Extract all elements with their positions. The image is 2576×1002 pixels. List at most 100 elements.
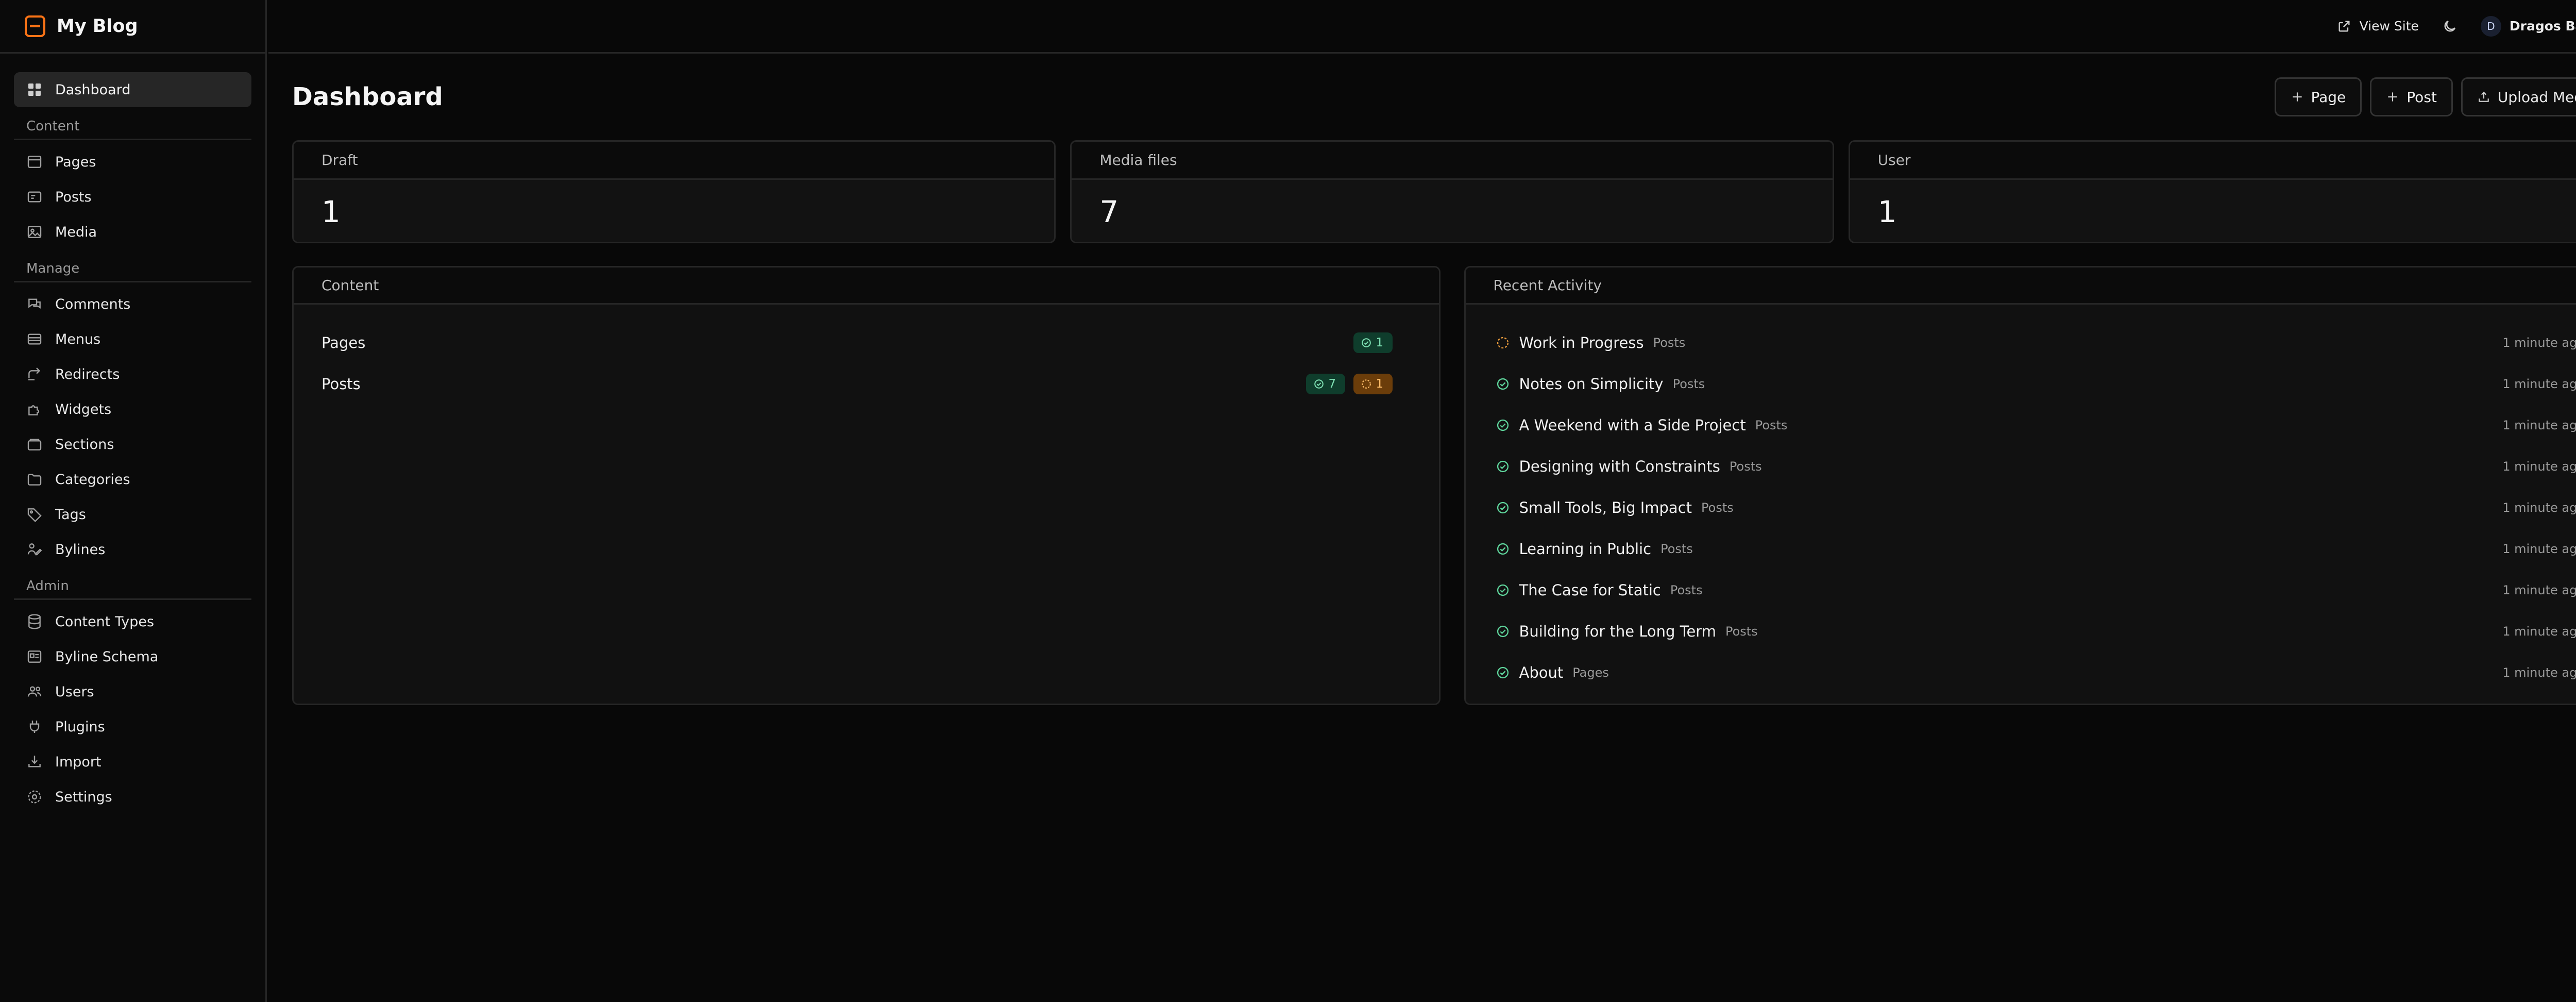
- avatar: D: [2480, 15, 2501, 37]
- page-header: Dashboard Page Post Upload Media: [292, 54, 2576, 140]
- sidebar-item-users[interactable]: Users: [14, 674, 251, 709]
- activity-time: 1 minute ago: [2502, 500, 2576, 515]
- sidebar-item-media[interactable]: Media: [14, 214, 251, 249]
- user-menu[interactable]: D Dragos Balota: [2480, 15, 2576, 37]
- sidebar-item-label: Tags: [55, 506, 86, 523]
- activity-type: Posts: [1701, 500, 1734, 515]
- new-post-button[interactable]: Post: [2370, 77, 2453, 116]
- view-site-link[interactable]: View Site: [2337, 19, 2419, 34]
- sidebar-item-label: Categories: [55, 471, 130, 488]
- activity-time: 1 minute ago: [2502, 542, 2576, 556]
- sidebar-item-comments[interactable]: Comments: [14, 287, 251, 322]
- brand[interactable]: My Blog: [0, 0, 265, 54]
- sidebar-item-plugins[interactable]: Plugins: [14, 709, 251, 744]
- sidebar-section-content: Content: [14, 113, 251, 140]
- image-icon: [27, 226, 42, 238]
- activity-time: 1 minute ago: [2502, 336, 2576, 350]
- top-bar: View Site D Dragos Balota: [268, 0, 2576, 54]
- activity-item[interactable]: Learning in Public Posts 1 minute ago: [1466, 528, 2576, 570]
- blog-logo-icon: [25, 15, 45, 37]
- brand-name: My Blog: [57, 15, 138, 37]
- stats-row: Draft 1 Media files 7 User 1: [292, 140, 2576, 243]
- activity-type: Posts: [1672, 377, 1705, 391]
- sidebar-item-settings[interactable]: Settings: [14, 779, 251, 814]
- sidebar-item-tags[interactable]: Tags: [14, 497, 251, 532]
- sidebar-item-menus[interactable]: Menus: [14, 322, 251, 357]
- sidebar: My Blog Dashboard Content Pages Posts Me…: [0, 0, 267, 1002]
- activity-item[interactable]: Building for the Long Term Posts 1 minut…: [1466, 611, 2576, 652]
- content-row-label: Posts: [321, 375, 361, 393]
- puzzle-icon: [28, 405, 40, 415]
- sidebar-item-pages[interactable]: Pages: [14, 144, 251, 179]
- sidebar-item-posts[interactable]: Posts: [14, 179, 251, 214]
- activity-title: About: [1519, 664, 1564, 681]
- sidebar-item-widgets[interactable]: Widgets: [14, 392, 251, 427]
- tag-icon: [27, 508, 42, 523]
- content-panel: Content Pages 1 Posts 7 1: [292, 266, 1440, 705]
- content-row-posts[interactable]: Posts 7 1: [294, 363, 1439, 405]
- activity-item[interactable]: Designing with Constraints Posts 1 minut…: [1466, 446, 2576, 487]
- sidebar-item-categories[interactable]: Categories: [14, 462, 251, 497]
- stat-card-media-files: Media files 7: [1070, 140, 1834, 243]
- activity-title: The Case for Static: [1519, 581, 1661, 599]
- activity-type: Posts: [1729, 459, 1762, 474]
- check-circle-icon: [1497, 543, 1509, 555]
- button-label: Upload Media: [2497, 88, 2576, 106]
- moon-icon: [2444, 20, 2456, 31]
- check-circle-icon: [1497, 460, 1509, 473]
- recent-activity-panel: Recent Activity Work in Progress Posts 1…: [1464, 266, 2576, 705]
- sidebar-item-bylines[interactable]: Bylines: [14, 532, 251, 567]
- activity-type: Posts: [1670, 583, 1703, 597]
- sidebar-item-label: Redirects: [55, 366, 120, 382]
- check-circle-icon: [1497, 625, 1509, 638]
- grid-icon: [28, 84, 41, 96]
- stat-value: 1: [1850, 180, 2576, 242]
- activity-type: Pages: [1572, 665, 1609, 680]
- activity-item[interactable]: Notes on Simplicity Posts 1 minute ago: [1466, 363, 2576, 405]
- upload-media-button[interactable]: Upload Media: [2461, 77, 2576, 116]
- activity-title: Small Tools, Big Impact: [1519, 499, 1692, 516]
- stat-label: User: [1850, 142, 2576, 180]
- activity-title: Work in Progress: [1519, 334, 1644, 352]
- sidebar-item-label: Settings: [55, 789, 112, 805]
- activity-item[interactable]: Small Tools, Big Impact Posts 1 minute a…: [1466, 487, 2576, 528]
- activity-item[interactable]: Work in Progress Posts 1 minute ago: [1466, 322, 2576, 363]
- schema-icon: [27, 650, 42, 663]
- external-link-icon: [2338, 21, 2350, 31]
- sidebar-item-label: Plugins: [55, 719, 105, 735]
- plus-icon: [2292, 92, 2302, 102]
- activity-time: 1 minute ago: [2502, 377, 2576, 391]
- sidebar-item-content-types[interactable]: Content Types: [14, 604, 251, 639]
- activity-item[interactable]: A Weekend with a Side Project Posts 1 mi…: [1466, 405, 2576, 446]
- activity-time: 1 minute ago: [2502, 665, 2576, 680]
- activity-item[interactable]: The Case for Static Posts 1 minute ago: [1466, 570, 2576, 611]
- stat-card-user: User 1: [1848, 140, 2576, 243]
- sidebar-item-dashboard[interactable]: Dashboard: [14, 72, 251, 107]
- button-label: Post: [2406, 88, 2437, 106]
- folder-icon: [27, 474, 42, 486]
- stat-card-draft: Draft 1: [292, 140, 1056, 243]
- activity-title: Designing with Constraints: [1519, 458, 1720, 475]
- app-root: My Blog Dashboard Content Pages Posts Me…: [0, 0, 2576, 1002]
- sidebar-item-label: Users: [55, 683, 94, 700]
- sidebar-item-label: Media: [55, 224, 97, 240]
- activity-type: Posts: [1653, 336, 1686, 350]
- check-circle-icon: [1497, 378, 1509, 390]
- sidebar-item-label: Pages: [55, 154, 96, 170]
- new-page-button[interactable]: Page: [2274, 77, 2362, 116]
- view-site-label: View Site: [2359, 19, 2419, 34]
- sidebar-item-redirects[interactable]: Redirects: [14, 357, 251, 392]
- sidebar-item-import[interactable]: Import: [14, 744, 251, 779]
- post-icon: [27, 191, 42, 203]
- sidebar-item-sections[interactable]: Sections: [14, 427, 251, 462]
- stat-label: Media files: [1072, 142, 1833, 180]
- user-name: Dragos Balota: [2509, 19, 2576, 34]
- activity-item[interactable]: About Pages 1 minute ago: [1466, 652, 2576, 693]
- menu-icon: [27, 333, 42, 345]
- users-icon: [27, 686, 42, 697]
- check-circle-icon: [1497, 666, 1509, 679]
- sidebar-item-byline-schema[interactable]: Byline Schema: [14, 639, 251, 674]
- theme-toggle-button[interactable]: [2439, 16, 2460, 37]
- content-row-pages[interactable]: Pages 1: [294, 322, 1439, 363]
- sidebar-item-label: Sections: [55, 436, 114, 453]
